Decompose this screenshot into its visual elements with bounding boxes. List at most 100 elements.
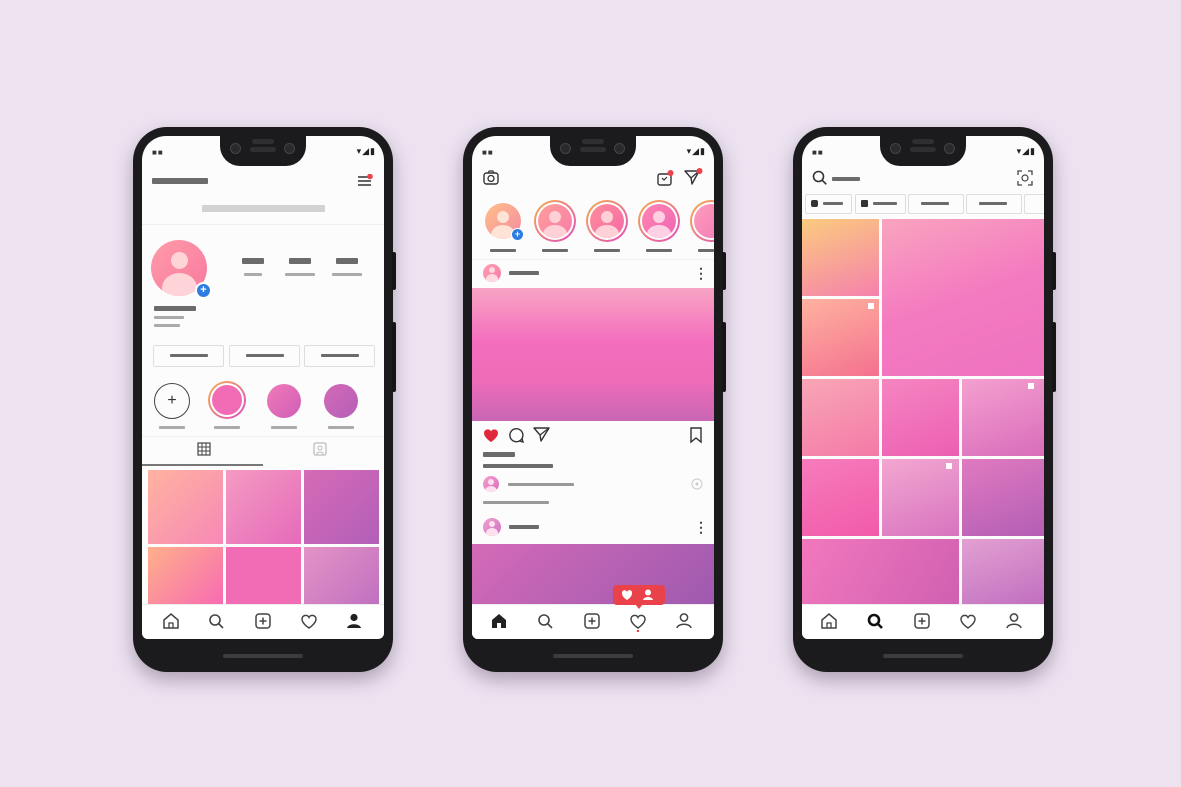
caption: [483, 464, 553, 468]
sensor: [250, 147, 276, 152]
menu-icon[interactable]: [357, 173, 373, 188]
post-image[interactable]: [472, 544, 714, 606]
story-username: [594, 249, 620, 252]
edit-profile-button[interactable]: [153, 345, 224, 367]
heart-icon[interactable]: [627, 610, 649, 633]
explore-tile-featured[interactable]: [882, 219, 1044, 376]
direct-message-icon[interactable]: [683, 168, 703, 186]
story-username: [542, 249, 568, 252]
sensor: [910, 147, 936, 152]
grid-tab-icon[interactable]: [197, 442, 211, 456]
explore-tile[interactable]: [802, 219, 879, 296]
post-thumbnail[interactable]: [304, 470, 379, 544]
like-heart-icon[interactable]: [482, 426, 500, 444]
home-icon[interactable]: [488, 610, 510, 632]
explore-tile[interactable]: [962, 459, 1044, 536]
likes-count[interactable]: [483, 452, 515, 457]
story-item[interactable]: [638, 200, 680, 242]
more-options-icon[interactable]: ⋮: [694, 265, 708, 282]
category-chip-shop[interactable]: [855, 194, 906, 214]
post-thumbnail[interactable]: [304, 547, 379, 607]
camera-icon[interactable]: [482, 169, 500, 187]
multi-post-icon: [1028, 383, 1034, 389]
explore-tile[interactable]: [962, 379, 1044, 456]
add-story-badge[interactable]: +: [511, 228, 524, 241]
category-chip[interactable]: [1024, 194, 1044, 214]
activity-notification-badge[interactable]: [613, 585, 665, 609]
comment-avatar[interactable]: [483, 476, 499, 492]
home-indicator[interactable]: [223, 654, 303, 658]
post-image[interactable]: [472, 288, 714, 421]
explore-tile[interactable]: [802, 379, 879, 456]
promotions-button[interactable]: [229, 345, 300, 367]
share-icon[interactable]: [532, 425, 552, 443]
highlight-item[interactable]: [267, 384, 301, 418]
divider: [142, 436, 384, 437]
highlight-item[interactable]: [208, 381, 246, 419]
explore-tile[interactable]: [882, 459, 959, 536]
post-thumbnail[interactable]: [148, 470, 223, 544]
explore-tile[interactable]: [882, 379, 959, 456]
igtv-icon[interactable]: [656, 169, 674, 187]
search-input[interactable]: [832, 177, 860, 181]
power-button: [1052, 322, 1056, 392]
active-tab-indicator: [142, 464, 263, 466]
post-thumbnail[interactable]: [226, 470, 301, 544]
search-icon[interactable]: [864, 610, 886, 632]
story-item[interactable]: [690, 200, 714, 242]
insights-button[interactable]: [304, 345, 375, 367]
profile-icon[interactable]: [1003, 610, 1025, 632]
post-avatar[interactable]: [483, 518, 501, 536]
home-indicator[interactable]: [883, 654, 963, 658]
post-username[interactable]: [509, 525, 539, 529]
followers-label[interactable]: [285, 273, 315, 276]
bottom-nav: [802, 604, 1044, 639]
multi-post-icon: [946, 463, 952, 469]
search-icon[interactable]: [534, 610, 556, 632]
divider: [142, 224, 384, 225]
followers-count[interactable]: [289, 258, 311, 264]
explore-tile[interactable]: [802, 299, 879, 376]
category-chip[interactable]: [966, 194, 1022, 214]
post-thumbnail[interactable]: [226, 547, 301, 607]
category-chip-igtv[interactable]: [805, 194, 852, 214]
new-highlight-button[interactable]: +: [154, 383, 190, 419]
post-avatar[interactable]: [483, 264, 501, 282]
explore-tile[interactable]: [802, 539, 959, 605]
category-chip[interactable]: [908, 194, 964, 214]
explore-tile[interactable]: [962, 539, 1044, 605]
status-signal: ■■: [152, 148, 164, 157]
add-post-icon[interactable]: [911, 610, 933, 632]
search-icon[interactable]: [205, 610, 227, 632]
heart-icon[interactable]: [298, 610, 320, 632]
story-item[interactable]: [586, 200, 628, 242]
highlight-label: [214, 426, 240, 429]
your-story[interactable]: +: [484, 202, 524, 241]
following-count[interactable]: [336, 258, 358, 264]
home-icon[interactable]: [160, 610, 182, 632]
highlight-label: [159, 426, 185, 429]
following-label[interactable]: [332, 273, 362, 276]
view-comments[interactable]: [483, 501, 549, 504]
search-icon[interactable]: [811, 169, 829, 187]
comment-like-icon[interactable]: [691, 477, 703, 490]
heart-icon[interactable]: [957, 610, 979, 632]
story-item[interactable]: [534, 200, 576, 242]
post-username[interactable]: [509, 271, 539, 275]
tagged-tab-icon[interactable]: [313, 442, 327, 456]
post-thumbnail[interactable]: [148, 547, 223, 607]
home-indicator[interactable]: [553, 654, 633, 658]
bio-link-bar[interactable]: [202, 205, 325, 212]
profile-icon[interactable]: [343, 610, 365, 632]
more-options-icon[interactable]: ⋮: [694, 519, 708, 536]
scan-icon[interactable]: [1016, 169, 1034, 187]
profile-icon[interactable]: [673, 610, 695, 632]
explore-tile[interactable]: [802, 459, 879, 536]
add-post-icon[interactable]: [581, 610, 603, 632]
add-post-icon[interactable]: [252, 610, 274, 632]
home-icon[interactable]: [818, 610, 840, 632]
highlight-item[interactable]: [324, 384, 358, 418]
add-story-badge[interactable]: +: [195, 282, 212, 299]
bookmark-icon[interactable]: [688, 426, 704, 444]
comment-icon[interactable]: [507, 426, 525, 444]
